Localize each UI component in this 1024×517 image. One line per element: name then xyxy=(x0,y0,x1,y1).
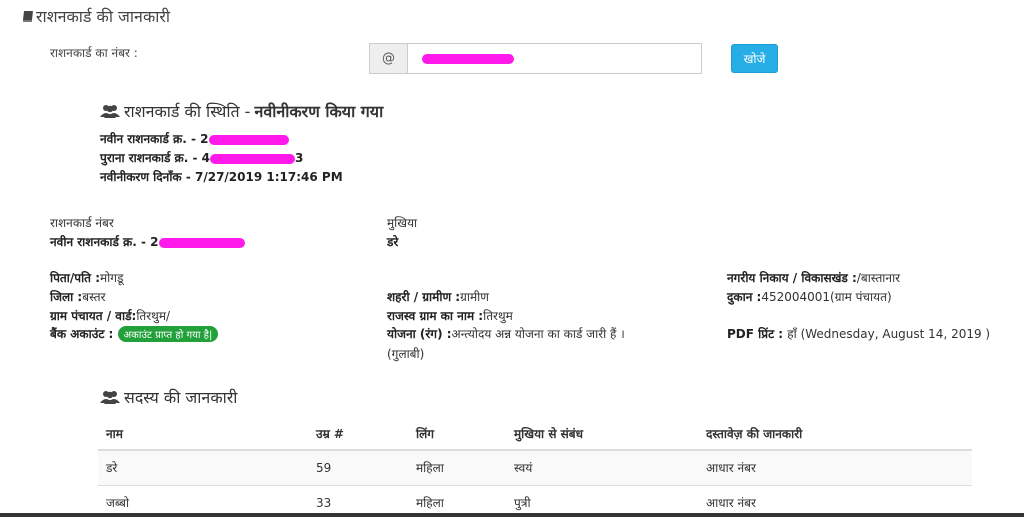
col-relation: मुखिया से संबंध xyxy=(506,417,698,451)
page-title-text: राशनकार्ड की जानकारी xyxy=(36,7,171,26)
pdf-value: हाँ (Wednesday, August 14, 2019 ) xyxy=(787,327,991,341)
card-number-input-group: @ xyxy=(369,43,702,74)
status-heading: राशनकार्ड की स्थिति - नवीनीकरण किया गया xyxy=(100,100,383,122)
renewal-date: नवीनीकरण दिनाँक - 7/27/2019 1:17:46 PM xyxy=(100,170,343,184)
urban-body-value: /बास्तानार xyxy=(856,271,901,285)
head-value: डरे xyxy=(387,235,399,249)
col-name: नाम xyxy=(98,417,308,451)
district: जिला :बस्तर xyxy=(50,288,106,305)
member-relation: स्वयं xyxy=(506,449,698,485)
bank-status-badge: अकाउंट प्राप्त हो गया है| xyxy=(117,326,219,342)
revenue-village-label: राजस्व ग्राम का नाम : xyxy=(387,309,484,323)
revenue-village-value: तिरथुम xyxy=(483,309,513,323)
book-icon xyxy=(23,10,33,22)
urban-rural-value: ग्रामीण xyxy=(460,290,489,304)
old-card-text: पुराना राशनकार्ड क्र. - 4 xyxy=(100,151,210,165)
scheme-value: अन्त्योदय अन्न योजना का कार्ड जारी हैं । xyxy=(451,327,625,341)
card-number-text: नवीन राशनकार्ड क्र. - 2 xyxy=(50,235,159,249)
status-value: नवीनीकरण किया गया xyxy=(254,102,384,121)
revenue-village: राजस्व ग्राम का नाम :तिरथुम xyxy=(387,307,513,324)
page-title: राशनकार्ड की जानकारी xyxy=(22,5,170,27)
member-gender: महिला xyxy=(408,449,506,485)
shop: दुकान :452004001(ग्राम पंचायत) xyxy=(727,288,892,305)
panchayat-value: तिरथुम/ xyxy=(136,309,171,323)
col-gender: लिंग xyxy=(408,417,506,451)
old-card-number: पुराना राशनकार्ड क्र. - 4 3 xyxy=(100,149,303,166)
redaction-mark xyxy=(208,134,289,145)
urban-rural: शहरी / ग्रामीण :ग्रामीण xyxy=(387,288,489,305)
scheme: योजना (रंग) :अन्त्योदय अन्न योजना का कार… xyxy=(387,325,625,342)
member-age: 59 xyxy=(308,449,408,485)
shop-label: दुकान : xyxy=(727,290,762,304)
member-name: डरे xyxy=(98,449,308,485)
col-age: उम्र # xyxy=(308,417,408,451)
redaction-mark xyxy=(422,54,514,64)
head-heading: मुखिया xyxy=(387,216,418,230)
old-card-tail: 3 xyxy=(295,151,304,165)
shop-value: 452004001(ग्राम पंचायत) xyxy=(761,290,892,304)
at-addon: @ xyxy=(370,44,408,73)
users-icon xyxy=(100,391,120,404)
redaction-mark xyxy=(158,237,245,248)
card-number-value: नवीन राशनकार्ड क्र. - 2 xyxy=(50,233,245,250)
bank-label: बैंक अकाउंट : xyxy=(50,327,118,341)
panchayat: ग्राम पंचायत / वार्ड:तिरथुम/ xyxy=(50,307,170,324)
urban-body-label: नगरीय निकाय / विकासखंड : xyxy=(727,271,857,285)
pdf-label: PDF प्रिंट : xyxy=(727,327,788,341)
members-table: नाम उम्र # लिंग मुखिया से संबंध दस्तावेज… xyxy=(98,417,972,517)
card-number-label: राशनकार्ड का नंबर : xyxy=(50,46,138,60)
father-husband-value: मोगडू xyxy=(100,271,124,285)
bank-account: बैंक अकाउंट : अकाउंट प्राप्त हो गया है| xyxy=(50,325,219,342)
new-card-text: नवीन राशनकार्ड क्र. - 2 xyxy=(100,132,209,146)
father-husband: पिता/पति :मोगडू xyxy=(50,269,123,286)
father-husband-label: पिता/पति : xyxy=(50,271,100,285)
urban-body: नगरीय निकाय / विकासखंड :/बास्तानार xyxy=(727,269,900,286)
scheme-color: (गुलाबी) xyxy=(387,347,425,361)
search-button[interactable]: खोजे xyxy=(731,44,778,73)
table-row: डरे 59 महिला स्वयं आधार नंबर xyxy=(98,449,972,485)
scheme-label: योजना (रंग) : xyxy=(387,327,452,341)
urban-rural-label: शहरी / ग्रामीण : xyxy=(387,290,461,304)
users-icon xyxy=(100,105,120,118)
district-value: बस्तर xyxy=(82,290,106,304)
members-heading-text: सदस्य की जानकारी xyxy=(124,388,238,407)
panchayat-label: ग्राम पंचायत / वार्ड: xyxy=(50,309,137,323)
status-label: राशनकार्ड की स्थिति - xyxy=(124,102,251,121)
card-number-heading: राशनकार्ड नंबर xyxy=(50,216,114,230)
member-documents: आधार नंबर xyxy=(698,449,972,485)
members-heading: सदस्य की जानकारी xyxy=(100,386,237,408)
pdf-print: PDF प्रिंट : हाँ (Wednesday, August 14, … xyxy=(727,325,990,342)
col-documents: दस्तावेज़ की जानकारी xyxy=(698,417,972,451)
bottom-scrollbar xyxy=(0,513,1024,517)
new-card-number: नवीन राशनकार्ड क्र. - 2 xyxy=(100,130,289,147)
district-label: जिला : xyxy=(50,290,83,304)
table-header-row: नाम उम्र # लिंग मुखिया से संबंध दस्तावेज… xyxy=(98,417,972,451)
redaction-mark xyxy=(210,153,295,164)
card-number-input[interactable] xyxy=(408,44,701,73)
